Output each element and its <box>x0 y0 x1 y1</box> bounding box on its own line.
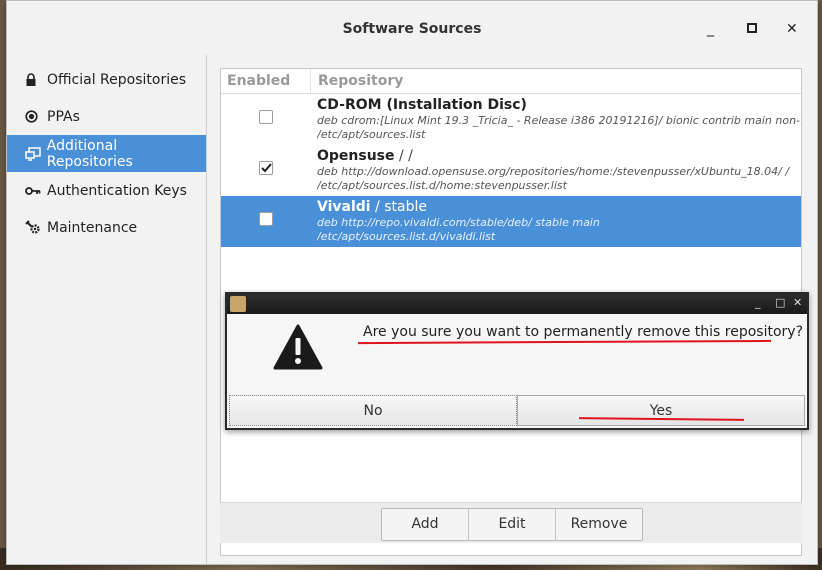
warning-icon <box>273 324 323 374</box>
repo-text: CD-ROM (Installation Disc) deb cdrom:[Li… <box>317 96 801 142</box>
app-icon <box>230 296 246 312</box>
add-button[interactable]: Add <box>382 509 469 540</box>
sidebar-item-label: Official Repositories <box>47 71 187 88</box>
sidebar-item-additional-repositories[interactable]: Additional Repositories <box>7 135 206 172</box>
annotation-underline <box>357 339 772 345</box>
repo-suffix: / stable <box>370 199 427 215</box>
repo-file: /etc/apt/sources.list.d/home:stevenpusse… <box>317 179 567 192</box>
sidebar-item-label: Maintenance <box>47 219 138 236</box>
remove-button[interactable]: Remove <box>556 509 642 540</box>
titlebar: Software Sources _ ✕ <box>7 1 817 55</box>
gear-wrench-icon <box>25 220 47 235</box>
repo-line: deb http://repo.vivaldi.com/stable/deb/ … <box>317 216 600 229</box>
sidebar-item-label: Authentication Keys <box>47 182 187 199</box>
software-sources-window: Software Sources _ ✕ Official Repositori… <box>6 0 818 565</box>
table-header: Enabled Repository <box>221 69 801 94</box>
sidebar-item-authentication-keys[interactable]: Authentication Keys <box>7 172 206 209</box>
sidebar-item-label: PPAs <box>47 108 80 125</box>
button-bar: Add Edit Remove <box>220 502 802 543</box>
repo-name: Opensuse / / <box>317 147 801 165</box>
action-button-group: Add Edit Remove <box>381 508 643 541</box>
monitors-icon <box>25 146 47 161</box>
column-header-enabled[interactable]: Enabled <box>221 69 311 93</box>
table-row[interactable]: CD-ROM (Installation Disc) deb cdrom:[Li… <box>221 94 801 145</box>
close-button[interactable]: ✕ <box>786 21 798 37</box>
repo-name-text: Opensuse <box>317 148 395 164</box>
sidebar-item-maintenance[interactable]: Maintenance <box>7 209 206 246</box>
maximize-button[interactable] <box>747 21 757 37</box>
repo-name: CD-ROM (Installation Disc) <box>317 96 801 114</box>
repo-file: /etc/apt/sources.list.d/vivaldi.list <box>317 230 496 243</box>
radio-target-icon <box>25 110 47 123</box>
key-icon <box>25 186 47 196</box>
enabled-checkbox[interactable] <box>259 161 273 175</box>
repo-line: deb cdrom:[Linux Mint 19.3 _Tricia_ - Re… <box>317 114 801 127</box>
repo-suffix: / / <box>394 148 413 164</box>
repo-text: Vivaldi / stable deb http://repo.vivaldi… <box>317 198 801 244</box>
minimize-button[interactable]: _ <box>707 21 714 37</box>
sidebar: Official Repositories PPAs Additional Re… <box>7 55 207 564</box>
enabled-checkbox[interactable] <box>259 110 273 124</box>
dialog-message: Are you sure you want to permanently rem… <box>363 324 803 340</box>
confirm-remove-dialog: _ □ ✕ Are you sure you want to permanent… <box>225 292 809 430</box>
dialog-maximize-button[interactable]: □ <box>775 296 785 309</box>
dialog-close-button[interactable]: ✕ <box>793 296 802 309</box>
dialog-button-row: No Yes <box>229 395 805 428</box>
checkmark-icon <box>260 163 272 173</box>
window-title: Software Sources <box>342 21 482 37</box>
lock-icon <box>25 73 47 86</box>
repo-name-text: CD-ROM (Installation Disc) <box>317 97 527 113</box>
repo-file: /etc/apt/sources.list <box>317 128 426 141</box>
repo-name-text: Vivaldi <box>317 199 371 215</box>
repo-line: deb http://download.opensuse.org/reposit… <box>317 165 790 178</box>
dialog-minimize-button[interactable]: _ <box>755 296 761 309</box>
table-row[interactable]: Opensuse / / deb http://download.opensus… <box>221 145 801 196</box>
maximize-icon <box>747 23 757 33</box>
dialog-titlebar: _ □ ✕ <box>227 294 807 314</box>
enabled-checkbox[interactable] <box>259 212 273 226</box>
sidebar-item-label: Additional Repositories <box>46 137 133 170</box>
repo-name: Vivaldi / stable <box>317 198 801 216</box>
table-row-selected[interactable]: Vivaldi / stable deb http://repo.vivaldi… <box>221 196 801 247</box>
edit-button[interactable]: Edit <box>469 509 556 540</box>
yes-button[interactable]: Yes <box>517 395 805 426</box>
column-header-repository[interactable]: Repository <box>311 69 403 93</box>
sidebar-item-official-repositories[interactable]: Official Repositories <box>7 61 206 98</box>
sidebar-item-ppas[interactable]: PPAs <box>7 98 206 135</box>
no-button[interactable]: No <box>229 395 517 426</box>
repo-text: Opensuse / / deb http://download.opensus… <box>317 147 801 193</box>
